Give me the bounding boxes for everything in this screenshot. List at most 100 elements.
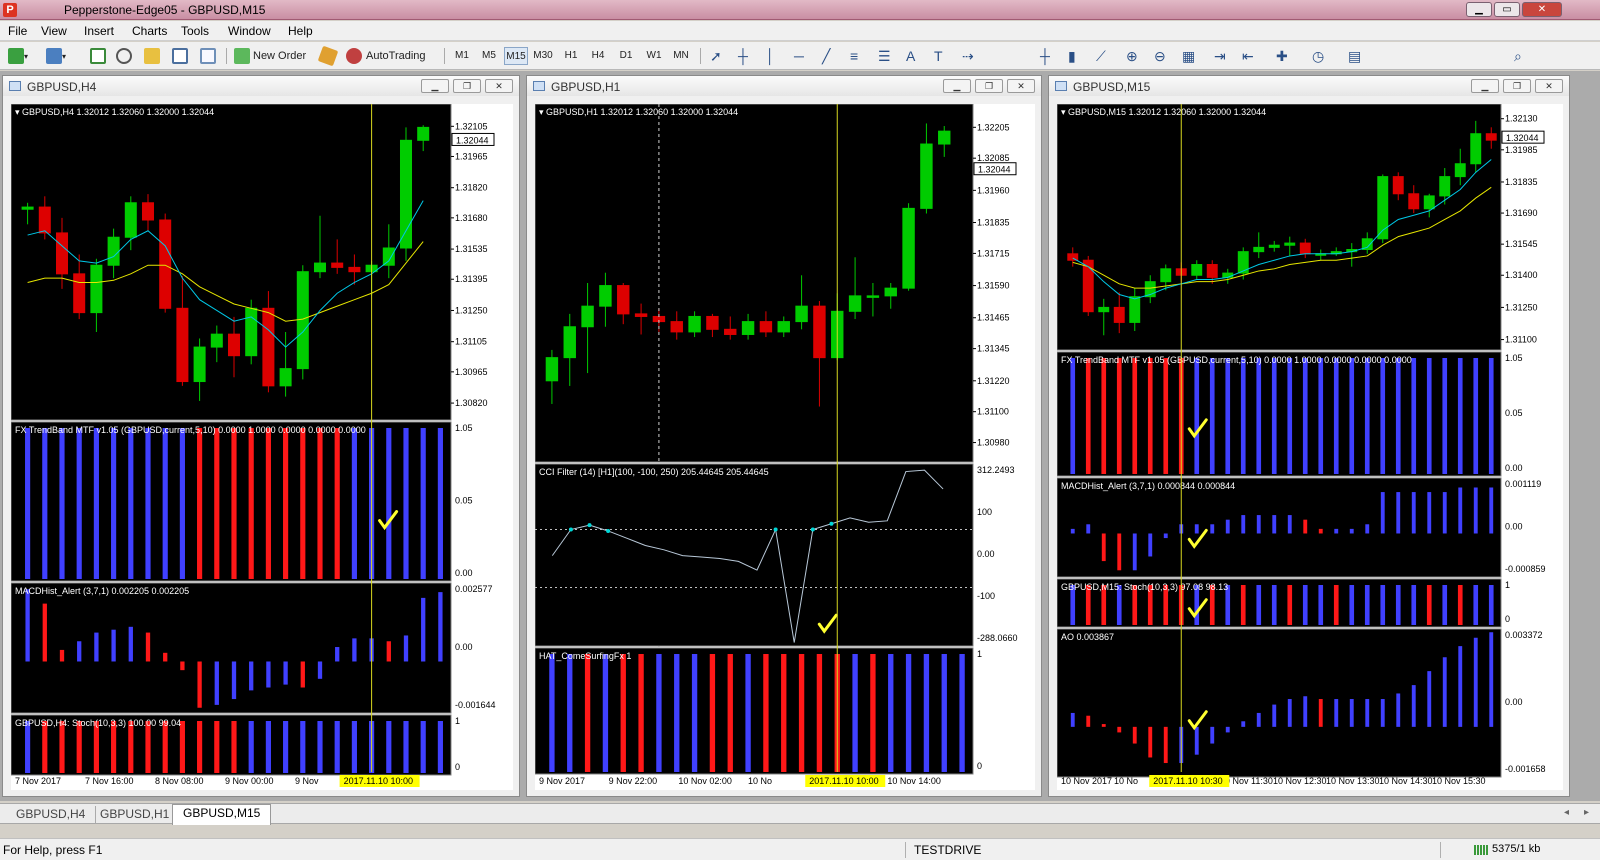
chart-window-gbpusd-h1[interactable]: GBPUSD,H1 ▁ ❐ ✕ 1.32205 1.32085 1.31960 1.31835… <box>526 75 1042 797</box>
chart-shift-button[interactable]: ⇤ <box>1242 46 1254 66</box>
minimize-button[interactable]: ▁ <box>1466 2 1492 17</box>
chart-window-gbpusd-m15[interactable]: GBPUSD,M15 ▁ ❐ ✕ 1.32130 1.31985 1.31835 1.3169… <box>1048 75 1570 797</box>
tab-gbpusd-m15[interactable]: GBPUSD,M15 <box>172 804 272 825</box>
chart-close-button[interactable]: ✕ <box>1535 79 1563 93</box>
chart-minimize-button[interactable]: ▁ <box>421 79 449 93</box>
channel-button[interactable]: ≡ <box>850 46 858 66</box>
market-watch-button[interactable] <box>90 46 106 66</box>
price-axis-label: 1.31820 <box>455 183 488 193</box>
maximize-button[interactable]: ▭ <box>1494 2 1520 17</box>
periodicity-button[interactable]: ◷ <box>1312 46 1324 66</box>
candle-body <box>1113 306 1125 323</box>
price-axis-label: 1.31680 <box>455 213 488 223</box>
zoom-out-button[interactable]: ⊖ <box>1154 46 1166 66</box>
statusbar: For Help, press F1 TESTDRIVE 5375/1 kb <box>0 838 1600 860</box>
menu-window[interactable]: Window <box>228 24 271 38</box>
timeframe-m30[interactable]: M30 <box>531 47 555 65</box>
close-button[interactable]: ✕ <box>1522 2 1562 17</box>
autotrading-button[interactable]: AutoTrading <box>346 46 426 66</box>
time-axis-label: 10 Nov 02:00 <box>678 776 732 786</box>
chart-close-button[interactable]: ✕ <box>1007 79 1035 93</box>
new-order-button[interactable]: New Order <box>234 46 306 66</box>
candlestick-button[interactable]: ▮ <box>1068 46 1076 66</box>
timeframe-h4[interactable]: H4 <box>586 47 610 65</box>
menu-charts[interactable]: Charts <box>132 24 167 38</box>
channel-icon: ≡ <box>850 48 859 64</box>
new-chart-button[interactable]: ▾ <box>8 46 28 66</box>
indicator-axis-label: 0.00 <box>1505 697 1523 707</box>
menu-help[interactable]: Help <box>288 24 313 38</box>
timeframe-mn[interactable]: MN <box>669 47 693 65</box>
chart-shift-icon: ⇤ <box>1242 47 1254 64</box>
candle-body <box>124 202 137 238</box>
data-window-button[interactable] <box>116 46 132 66</box>
search-button[interactable]: ⌕ <box>1514 46 1522 66</box>
tile-windows-button[interactable]: ▦ <box>1182 46 1195 66</box>
trendline-button[interactable]: ╱ <box>822 46 830 66</box>
timeframe-w1[interactable]: W1 <box>642 47 666 65</box>
trendline-icon: ╱ <box>822 47 831 64</box>
candle-body <box>848 295 862 312</box>
chart-restore-button[interactable]: ❐ <box>975 79 1003 93</box>
tab-scroll-left-icon[interactable]: ◂ <box>1564 807 1569 818</box>
autotrading-icon <box>346 48 362 64</box>
time-axis-label: 7 Nov 16:00 <box>85 776 134 786</box>
candle-body <box>1129 296 1141 323</box>
chart-window-icon <box>1055 81 1067 91</box>
chart-restore-button[interactable]: ❐ <box>453 79 481 93</box>
line-chart-button[interactable]: ⟋ <box>1096 46 1106 66</box>
indicator-axis-label: 1 <box>1505 580 1510 590</box>
price-axis-label: 1.30980 <box>977 438 1010 448</box>
time-marker-label: 2017.11.10 10:00 <box>344 776 413 786</box>
timeframe-d1[interactable]: D1 <box>614 47 638 65</box>
horizontal-line-button[interactable]: ─ <box>794 46 804 66</box>
cci-signal-dot <box>810 527 815 532</box>
templates-button[interactable]: ▤ <box>1348 46 1361 66</box>
arrows-button[interactable]: ⇢ <box>962 46 974 66</box>
chart-restore-button[interactable]: ❐ <box>1503 79 1531 93</box>
chart-close-button[interactable]: ✕ <box>485 79 513 93</box>
autotrading-label: AutoTrading <box>366 50 426 62</box>
crosshair-button[interactable]: ┼ <box>738 46 748 66</box>
timeframe-m15[interactable]: M15 <box>504 47 528 65</box>
menu-tools[interactable]: Tools <box>181 24 209 38</box>
zoom-in-button[interactable]: ⊕ <box>1126 46 1138 66</box>
indicator-axis-label: -288.0660 <box>977 633 1018 643</box>
vertical-line-button[interactable]: │ <box>766 46 775 66</box>
tab-gbpusd-h1[interactable]: GBPUSD,H1 <box>90 806 181 824</box>
fibonacci-button[interactable]: ☰ <box>878 46 891 66</box>
bar-chart-button[interactable]: ┼ <box>1040 46 1050 66</box>
price-axis-label: 1.32085 <box>977 153 1010 163</box>
terminal-button[interactable] <box>172 46 188 66</box>
chart-window-title[interactable]: GBPUSD,H4 ▁ ❐ ✕ <box>3 76 519 96</box>
menu-file[interactable]: File <box>8 24 27 38</box>
text-icon: A <box>906 48 916 64</box>
chart-window-title[interactable]: GBPUSD,H1 ▁ ❐ ✕ <box>527 76 1041 96</box>
candle-body <box>313 262 327 273</box>
indicator-pane: AO 0.003867 0.003372 0.00 -0.001658 <box>1057 628 1546 778</box>
tab-gbpusd-h4[interactable]: GBPUSD,H4 <box>6 806 97 824</box>
strategy-tester-button[interactable] <box>200 46 216 66</box>
chart-window-title[interactable]: GBPUSD,M15 ▁ ❐ ✕ <box>1049 76 1569 96</box>
price-axis-label: 1.31250 <box>455 305 488 315</box>
chart-minimize-button[interactable]: ▁ <box>943 79 971 93</box>
navigator-button[interactable] <box>144 46 160 66</box>
cursor-arrow-button[interactable]: ➚ <box>710 46 722 66</box>
menu-insert[interactable]: Insert <box>84 24 114 38</box>
chart-minimize-button[interactable]: ▁ <box>1471 79 1499 93</box>
profiles-button[interactable]: ▾ <box>46 46 66 66</box>
metaeditor-button[interactable] <box>317 45 339 67</box>
price-axis-label: 1.30820 <box>455 398 488 408</box>
timeframe-h1[interactable]: H1 <box>559 47 583 65</box>
tab-scroll-right-icon[interactable]: ▸ <box>1584 807 1589 818</box>
chart-tabs: GBPUSD,H4 GBPUSD,H1 GBPUSD,M15 ◂ ▸ <box>0 803 1600 825</box>
indicators-button[interactable]: ✚ <box>1276 46 1288 66</box>
text-button[interactable]: A <box>906 46 915 66</box>
chart-window-gbpusd-h4[interactable]: GBPUSD,H4 ▁ ❐ ✕ 1.32105 1.31965 1.31820 1.31680… <box>2 75 520 797</box>
timeframe-m1[interactable]: M1 <box>450 47 474 65</box>
text-label-button[interactable]: T <box>934 46 943 66</box>
auto-scroll-button[interactable]: ⇥ <box>1214 46 1226 66</box>
zoom-out-icon: ⊖ <box>1154 47 1166 64</box>
menu-view[interactable]: View <box>41 24 67 38</box>
timeframe-m5[interactable]: M5 <box>477 47 501 65</box>
